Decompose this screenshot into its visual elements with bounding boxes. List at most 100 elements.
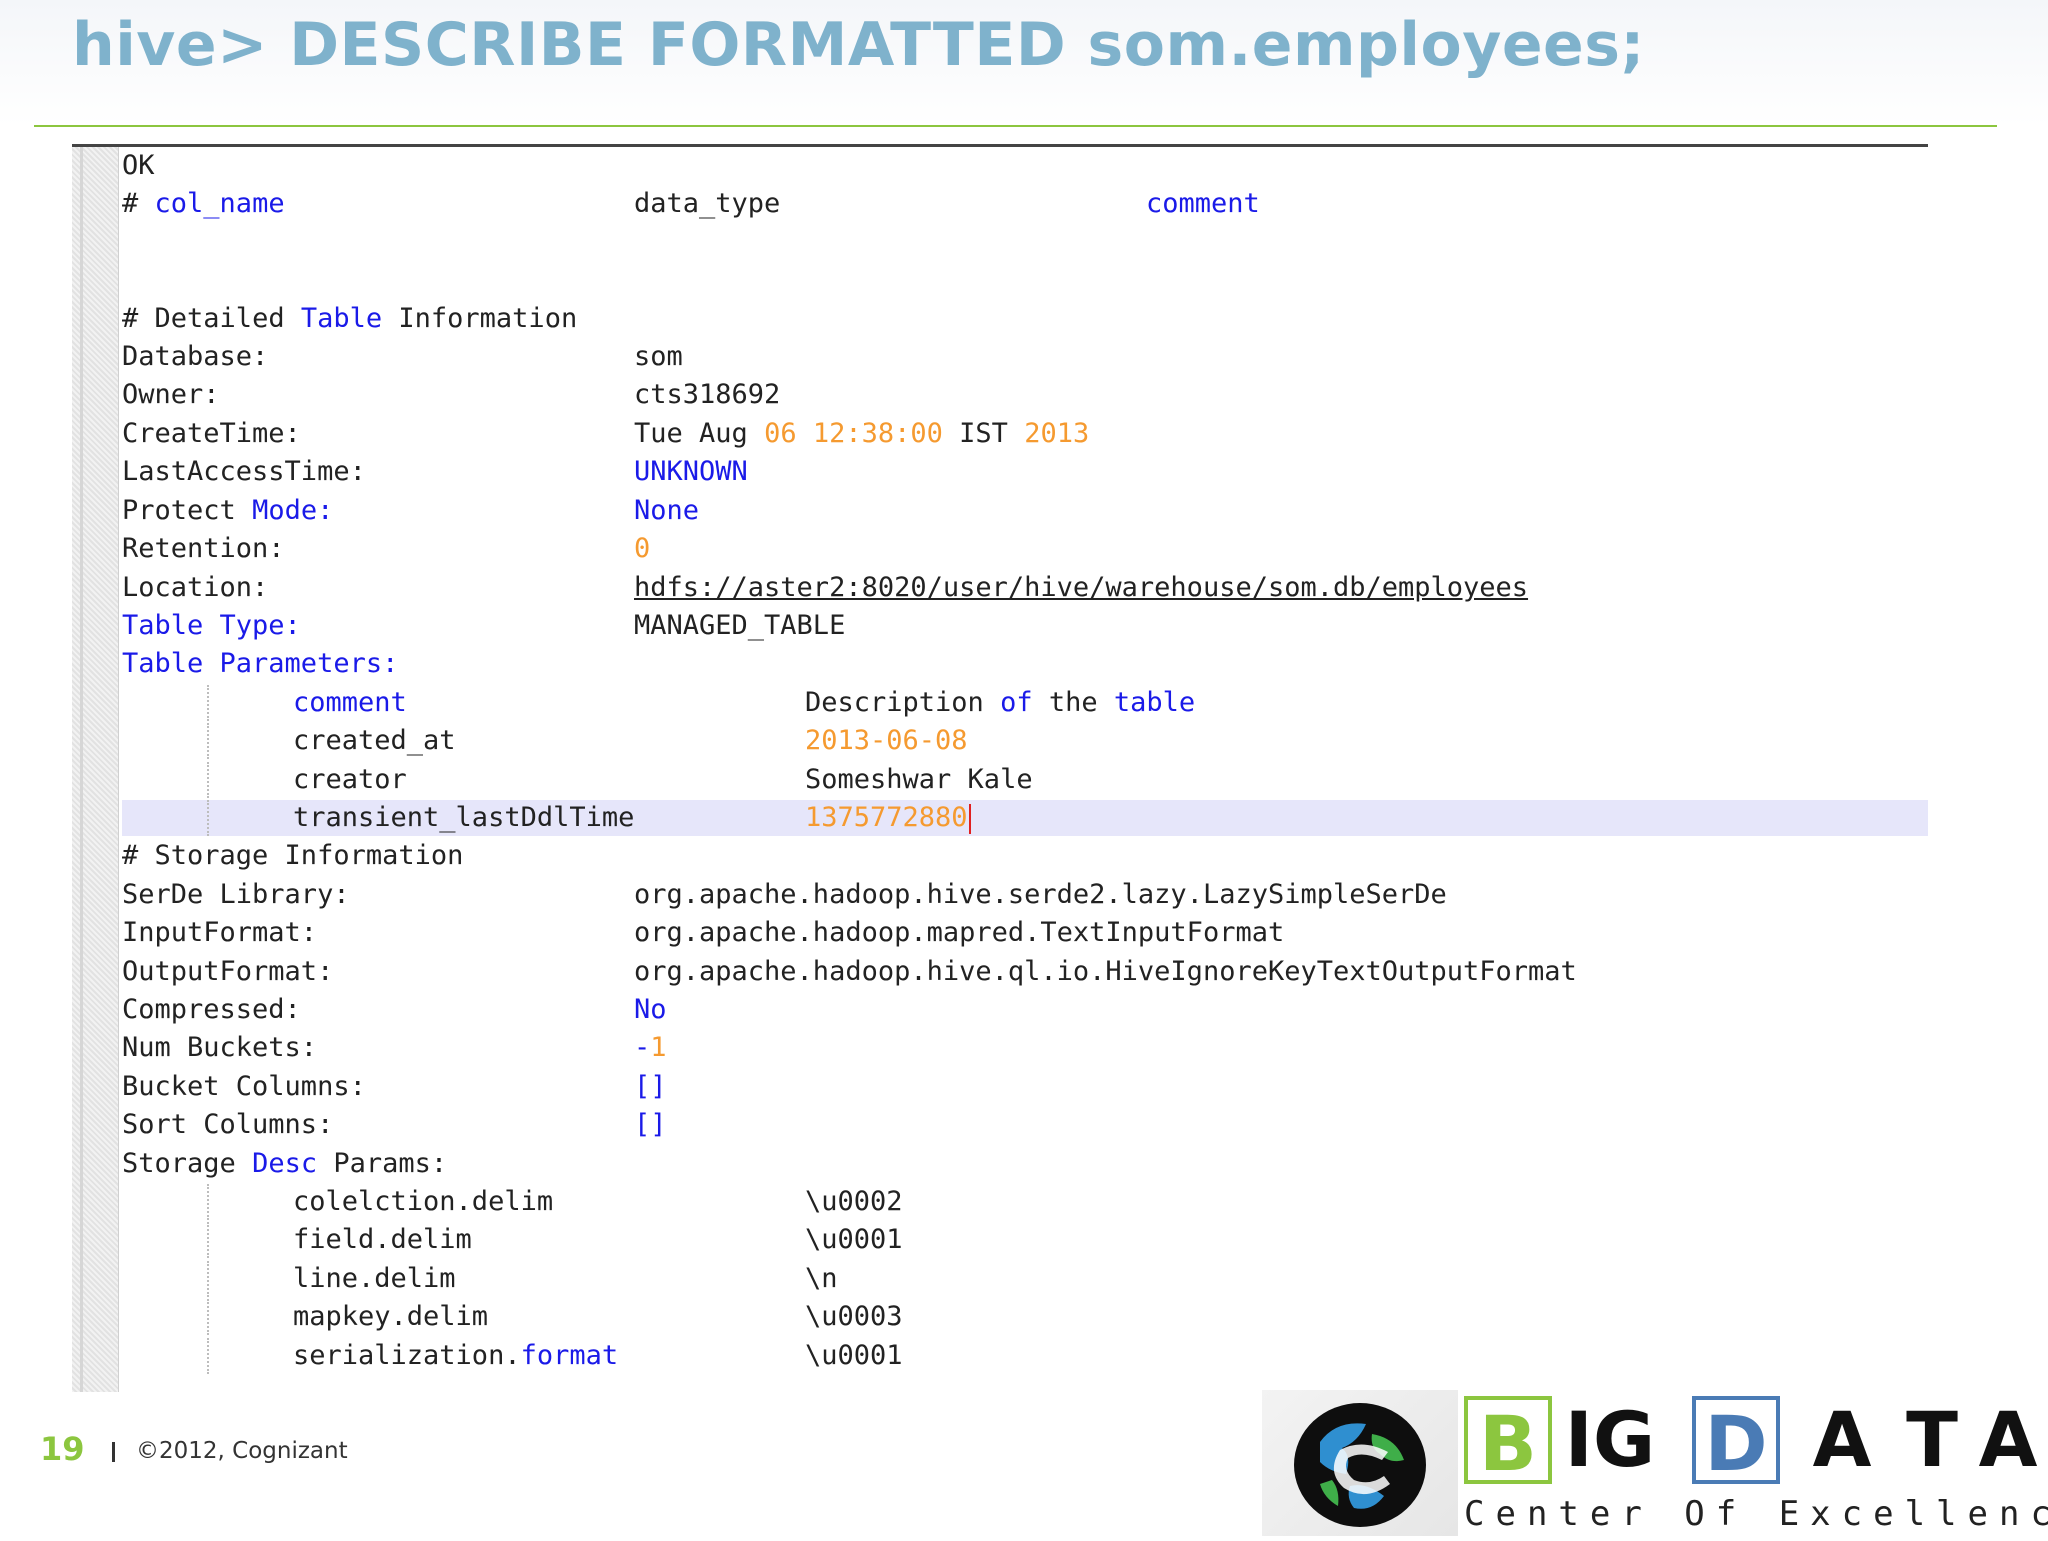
create-time-day: Tue Aug (634, 418, 748, 449)
logo-letter-a1: A (1812, 1395, 1872, 1484)
output-line-table-type: Table Type: MANAGED_TABLE (122, 608, 1928, 644)
logo-letter-b: B (1464, 1396, 1552, 1488)
output-line-database: Database: som (122, 339, 1928, 375)
data-type-header: data_type (634, 188, 781, 219)
table-word: Table (300, 303, 383, 334)
params-word: Params: (333, 1148, 448, 1179)
table-word: table (1113, 687, 1196, 718)
detailed-word: Detailed (154, 303, 285, 334)
slide-header: hive> DESCRIBE FORMATTED som.employees; (0, 0, 2048, 126)
last-access-value: UNKNOWN (634, 456, 748, 487)
retention-label: Retention: (122, 533, 285, 564)
database-label: Database: (122, 341, 269, 372)
format-word: format (520, 1340, 619, 1371)
bucket-columns-label: Bucket Columns: (122, 1071, 366, 1102)
serde-label: SerDe Library: (122, 879, 350, 910)
storage-info-header: # Storage Information (122, 840, 464, 871)
comment-header: comment (1146, 188, 1260, 219)
slide-number: 19 (40, 1430, 85, 1468)
bucket-columns-value: [] (634, 1071, 667, 1102)
field-delim-key: field.delim (293, 1224, 472, 1255)
console-top-border (72, 144, 1928, 147)
sort-columns-value: [] (634, 1109, 667, 1140)
indent-guide (207, 723, 209, 759)
ok-text: OK (122, 150, 155, 181)
indent-guide (207, 1338, 209, 1374)
cognizant-globe-icon (1262, 1390, 1458, 1536)
console-window[interactable]: OK # col_name data_type comment # Detail… (72, 144, 1928, 1392)
output-line-field-delim: field.delim \u0001 (122, 1222, 1928, 1258)
input-format-value: org.apache.hadoop.mapred.TextInputFormat (634, 917, 1285, 948)
owner-value: cts318692 (634, 379, 781, 410)
num-buckets-value: 1 (650, 1032, 667, 1063)
slide-title: hive> DESCRIBE FORMATTED som.employees; (72, 10, 1645, 80)
output-line-table-parameters: Table Parameters: (122, 646, 1928, 682)
num-buckets-label: Num Buckets: (122, 1032, 318, 1063)
text-caret (968, 803, 971, 834)
database-value: som (634, 341, 683, 372)
output-line-retention: Retention: 0 (122, 531, 1928, 567)
title-divider (34, 125, 1997, 127)
create-time-datetime: 06 12:38:00 (764, 418, 943, 449)
protect-word: Protect (122, 495, 236, 526)
table-type-label: Table Type: (122, 610, 301, 641)
information-word: Information (398, 303, 578, 334)
colelction-delim-value: \u0002 (805, 1186, 903, 1217)
serialization-format-value: \u0001 (805, 1340, 903, 1371)
param-transient-value: 1375772880 (805, 802, 968, 833)
console-output[interactable]: OK # col_name data_type comment # Detail… (122, 148, 1928, 1392)
line-delim-key: line.delim (293, 1263, 456, 1294)
output-line-input-format: InputFormat: org.apache.hadoop.mapred.Te… (122, 915, 1928, 951)
footer-separator (112, 1442, 115, 1462)
compressed-label: Compressed: (122, 994, 301, 1025)
logo-letter-t: T (1906, 1395, 1958, 1484)
sort-columns-label: Sort Columns: (122, 1109, 334, 1140)
table-parameters-label: Table Parameters: (122, 648, 399, 679)
location-label: Location: (122, 572, 269, 603)
indent-guide (207, 800, 209, 836)
param-transient-key: transient_lastDdlTime (293, 802, 635, 833)
description-word: Description (805, 687, 984, 718)
output-format-label: OutputFormat: (122, 956, 334, 987)
indent-guide (207, 1184, 209, 1220)
output-line-serialization-format: serialization.format \u0001 (122, 1338, 1928, 1374)
output-line-param-creator: creator Someshwar Kale (122, 762, 1928, 798)
output-line-mapkey-delim: mapkey.delim \u0003 (122, 1299, 1928, 1335)
serialization-key-prefix: serialization. (293, 1340, 521, 1371)
mapkey-delim-value: \u0003 (805, 1301, 903, 1332)
param-comment-key: comment (293, 687, 407, 718)
output-line-storage-info: # Storage Information (122, 838, 1928, 874)
output-line-storage-desc-params: Storage Desc Params: (122, 1146, 1928, 1182)
hash-mark: # (122, 188, 139, 219)
output-line-output-format: OutputFormat: org.apache.hadoop.hive.ql.… (122, 954, 1928, 990)
output-line-column-header: # col_name data_type comment (122, 186, 1928, 222)
center-of-excellence-tagline: Center Of Excellence (1464, 1494, 2048, 1534)
output-line-param-transient-current[interactable]: transient_lastDdlTime 1375772880 (122, 800, 1928, 836)
line-delim-value: \n (805, 1263, 838, 1294)
output-line-last-access: LastAccessTime: UNKNOWN (122, 454, 1928, 490)
indent-guide (207, 685, 209, 721)
owner-label: Owner: (122, 379, 220, 410)
output-line-bucket-columns: Bucket Columns: [] (122, 1069, 1928, 1105)
param-creator-key: creator (293, 764, 407, 795)
output-line-ok: OK (122, 148, 1928, 184)
location-link[interactable]: hdfs://aster2:8020/user/hive/warehouse/s… (634, 570, 1528, 606)
minus-sign: - (634, 1032, 651, 1063)
col-name-header: col_name (154, 188, 285, 219)
indent-guide (207, 1222, 209, 1258)
output-line-detailed-info: # Detailed Table Information (122, 301, 1928, 337)
param-created-at-value: 2013-06-08 (805, 725, 968, 756)
mode-word: Mode: (252, 495, 334, 526)
desc-word: Desc (252, 1148, 318, 1179)
output-line-num-buckets: Num Buckets: -1 (122, 1030, 1928, 1066)
output-line-sort-columns: Sort Columns: [] (122, 1107, 1928, 1143)
serde-value: org.apache.hadoop.hive.serde2.lazy.LazyS… (634, 879, 1447, 910)
table-type-value: MANAGED_TABLE (634, 610, 846, 641)
output-line-serde: SerDe Library: org.apache.hadoop.hive.se… (122, 877, 1928, 913)
output-line-create-time: CreateTime: Tue Aug 06 12:38:00 IST 2013 (122, 416, 1928, 452)
output-format-value: org.apache.hadoop.hive.ql.io.HiveIgnoreK… (634, 956, 1577, 987)
console-gutter (72, 147, 119, 1392)
gutter-line (80, 147, 83, 1392)
indent-guide (207, 762, 209, 798)
output-line-param-created-at: created_at 2013-06-08 (122, 723, 1928, 759)
